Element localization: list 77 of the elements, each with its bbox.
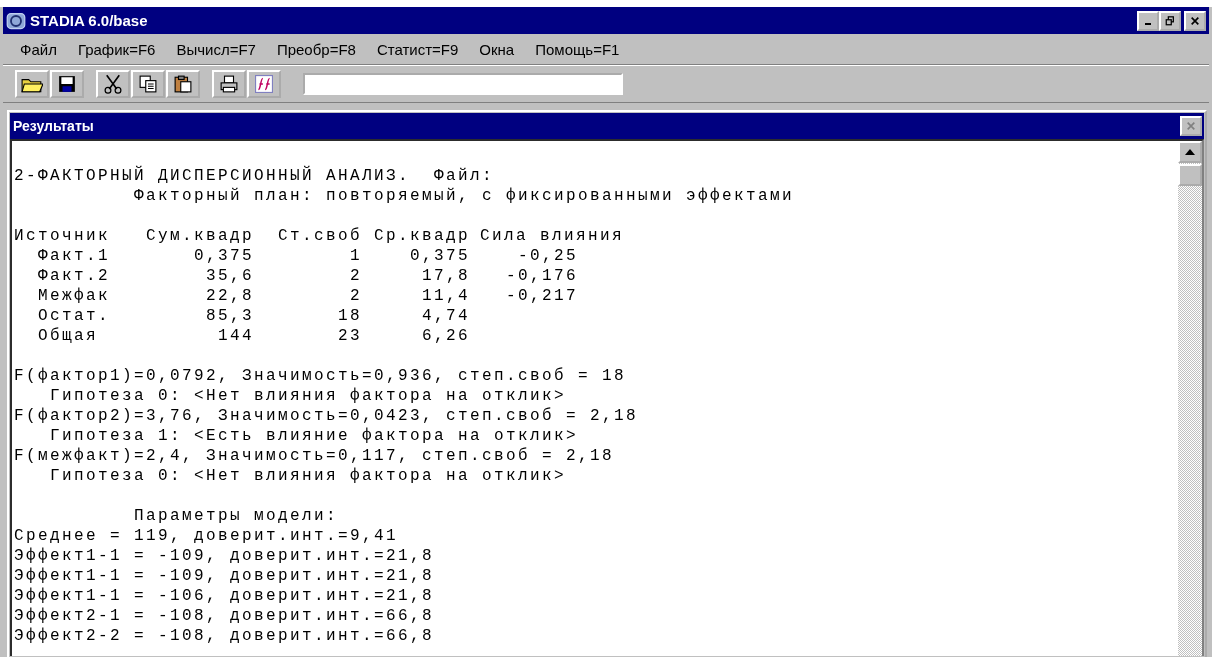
- menu-item[interactable]: Помощь=F1: [526, 40, 632, 58]
- cut-button[interactable]: [96, 70, 130, 98]
- input-field[interactable]: [303, 73, 623, 95]
- printer-icon: [220, 75, 238, 93]
- table-cell-text: 18: [337, 306, 362, 326]
- copy-icon: [139, 75, 157, 93]
- open-button[interactable]: [15, 70, 49, 98]
- section-heading: Параметры модели:: [134, 506, 339, 526]
- hypothesis-text: Гипотеза 0: <Нет влияния фактора на отклик>: [50, 386, 567, 406]
- restore-icon: [1165, 15, 1175, 26]
- hypothesis-text: Гипотеза 0: <Нет влияния фактора на отклик>: [50, 466, 567, 486]
- scroll-thumb[interactable]: [1178, 164, 1202, 186]
- table-cell-text: -0,176: [505, 266, 579, 286]
- table-cell-text: 2: [349, 286, 362, 306]
- report-heading: 2-ФАКТОРНЫЙ ДИСПЕРСИОННЫЙ АНАЛИЗ. Файл:: [14, 166, 495, 186]
- table-cell-text: Факт.1: [37, 246, 111, 266]
- table-cell-text: 35,6: [205, 266, 254, 286]
- paste-button[interactable]: [166, 70, 200, 98]
- table-cell-text: 4,74: [421, 306, 470, 326]
- window-title: STADIA 6.0/base: [30, 12, 148, 29]
- menu-item[interactable]: Окна: [470, 40, 527, 58]
- table-cell-text: 17,8: [421, 266, 470, 286]
- parameter-line: Эффект1-1 = -109, доверит.инт.=21,8: [14, 546, 435, 566]
- column-header: Ср.квадр: [373, 226, 470, 246]
- scroll-up-button[interactable]: [1178, 141, 1202, 163]
- parameter-line: Эффект1-1 = -106, доверит.инт.=21,8: [14, 586, 435, 606]
- table-cell-text: 11,4: [421, 286, 470, 306]
- app-icon: [6, 10, 26, 31]
- column-header: Сум.квадр: [146, 226, 254, 246]
- fx-button[interactable]: [247, 70, 281, 98]
- table-cell-text: 2: [349, 266, 362, 286]
- menu-item[interactable]: Статист=F9: [367, 40, 471, 58]
- hypothesis-text: Гипотеза 1: <Есть влияние фактора на отклик>: [50, 426, 579, 446]
- table-cell-text: Факт.2: [37, 266, 111, 286]
- report-heading: Факторный план: повторяемый, с фиксированными эффектами: [134, 186, 795, 206]
- parameter-line: Эффект2-2 = -108, доверит.инт.=66,8: [14, 626, 435, 646]
- close-icon: [1190, 15, 1200, 26]
- table-cell-text: 23: [337, 326, 362, 346]
- test-statistic: F(фактор2)=3,76, Значимость=0,0423, степ.своб = 2,18: [14, 406, 639, 426]
- parameter-line: Эффект2-1 = -108, доверит.инт.=66,8: [14, 606, 435, 626]
- table-cell-text: 144: [217, 326, 254, 346]
- restore-button[interactable]: [1159, 10, 1181, 31]
- copy-button[interactable]: [131, 70, 165, 98]
- save-button[interactable]: [50, 70, 84, 98]
- table-cell-text: 6,26: [421, 326, 470, 346]
- table-cell-text: -0,25: [517, 246, 579, 266]
- table-cell-text: 1: [349, 246, 362, 266]
- column-header: Сила влияния: [479, 226, 626, 246]
- table-cell-text: 0,375: [193, 246, 254, 266]
- table-cell-text: 0,375: [409, 246, 470, 266]
- column-header: Источник: [14, 226, 111, 246]
- close-button[interactable]: [1184, 10, 1206, 31]
- table-cell-text: 22,8: [205, 286, 254, 306]
- window-title: Результаты: [13, 118, 94, 134]
- print-button[interactable]: [212, 70, 246, 98]
- close-icon: [1186, 121, 1196, 131]
- table-cell-text: Общая: [37, 326, 99, 346]
- up-arrow-icon: [1185, 149, 1195, 155]
- minimize-button[interactable]: [1137, 10, 1159, 31]
- test-statistic: F(межфакт)=2,4, Значимость=0,117, степ.своб = 2,18: [14, 446, 615, 466]
- parameter-line: Среднее = 119, доверит.инт.=9,41: [14, 526, 399, 546]
- menu-item[interactable]: Файл: [11, 40, 69, 58]
- scrollbar[interactable]: [1178, 141, 1202, 656]
- table-cell-text: 85,3: [205, 306, 254, 326]
- table-cell-text: Межфак: [37, 286, 111, 306]
- scissors-icon: [103, 74, 123, 94]
- test-statistic: F(фактор1)=0,0792, Значимость=0,936, степ.своб = 18: [14, 366, 627, 386]
- function-icon: [255, 75, 273, 93]
- parameter-line: Эффект1-1 = -109, доверит.инт.=21,8: [14, 566, 435, 586]
- table-cell-text: Остат.: [37, 306, 111, 326]
- menu-item[interactable]: Вычисл=F7: [167, 40, 268, 58]
- column-header: Ст.своб: [277, 226, 362, 246]
- table-cell-text: -0,217: [505, 286, 579, 306]
- minimize-icon: [1145, 23, 1151, 25]
- menu-item[interactable]: График=F6: [68, 40, 168, 58]
- menu-item[interactable]: Преобр=F8: [267, 40, 368, 58]
- clipboard-icon: [174, 75, 192, 93]
